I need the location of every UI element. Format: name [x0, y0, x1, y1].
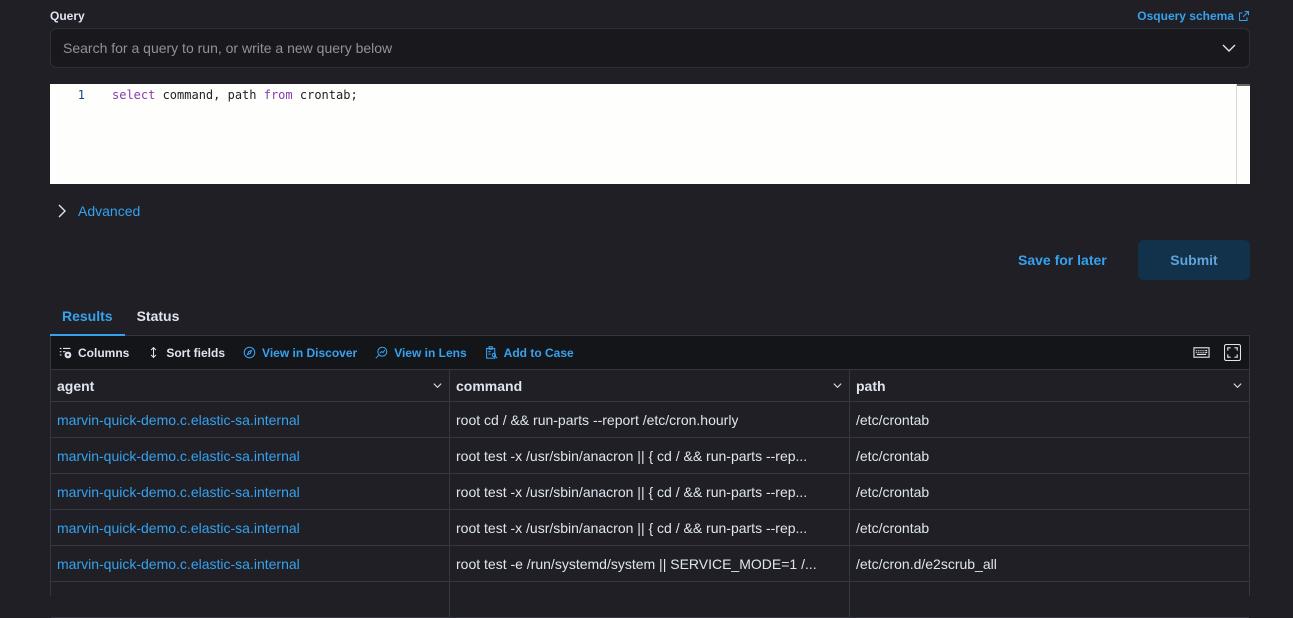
cell-command: root test -x /usr/sbin/anacron || { cd /… [450, 474, 850, 509]
cell-path: /etc/crontab [850, 510, 1249, 545]
cell-value: /etc/crontab [856, 483, 930, 500]
columns-label: Columns [78, 345, 130, 360]
columns-button[interactable]: Columns [59, 346, 129, 360]
cell-value: marvin-quick-demo.c.elastic-sa.internal [57, 555, 300, 572]
results-data-grid: Columns Sort fields View in Discover Vie… [50, 336, 1250, 618]
cell-value: /etc/cron.d/e2scrub_all [856, 555, 997, 572]
chevron-down-icon[interactable] [1232, 380, 1243, 391]
cell-value: root test -x /usr/sbin/anacron || { cd /… [456, 519, 808, 536]
query-search-combobox[interactable] [50, 28, 1250, 68]
cell-agent[interactable]: marvin-quick-demo.c.elastic-sa.internal [51, 474, 450, 509]
column-header-command[interactable]: command [450, 370, 850, 401]
grid-header-row: agent command path [51, 370, 1249, 402]
sort-icon [151, 346, 157, 359]
add-to-case-button[interactable]: Add to Case [485, 346, 574, 360]
cell-path: /etc/crontab [850, 474, 1249, 509]
cell-value: /etc/crontab [856, 519, 930, 536]
external-link-icon [1238, 10, 1250, 22]
code-line[interactable]: select command, path from crontab; [112, 84, 1236, 184]
compass-icon [243, 346, 256, 359]
osquery-schema-label: Osquery schema [1137, 9, 1234, 23]
cell-command: root test -e /run/systemd/system || SERV… [450, 546, 850, 581]
query-code-editor[interactable]: 1 select command, path from crontab; [50, 84, 1250, 184]
column-header-agent[interactable]: agent [51, 370, 450, 401]
cell-value: marvin-quick-demo.c.elastic-sa.internal [57, 519, 300, 536]
cell-path [850, 582, 1249, 617]
table-row [51, 582, 1249, 618]
sql-keyword: select [112, 88, 156, 102]
column-header-label: agent [57, 377, 95, 394]
table-row: marvin-quick-demo.c.elastic-sa.internal r… [51, 438, 1249, 474]
tab-status[interactable]: Status [125, 300, 192, 336]
cell-command: root test -x /usr/sbin/anacron || { cd /… [450, 510, 850, 545]
view-in-lens-button[interactable]: View in Lens [375, 345, 467, 360]
query-label: Query [50, 9, 85, 23]
view-in-discover-button[interactable]: View in Discover [243, 346, 357, 360]
cell-agent[interactable]: marvin-quick-demo.c.elastic-sa.internal [51, 510, 450, 545]
cell-command [450, 582, 850, 617]
columns-icon [59, 347, 72, 359]
cell-value: root cd / && run-parts --report /etc/cro… [456, 411, 739, 428]
table-row: marvin-quick-demo.c.elastic-sa.internal r… [51, 474, 1249, 510]
cell-command: root cd / && run-parts --report /etc/cro… [450, 402, 850, 437]
tab-results[interactable]: Results [50, 300, 125, 336]
cell-value: /etc/crontab [856, 447, 930, 464]
editor-scrollbar[interactable] [1236, 84, 1250, 184]
chevron-down-icon[interactable] [432, 380, 443, 391]
table-row: marvin-quick-demo.c.elastic-sa.internal r… [51, 546, 1249, 582]
table-row: marvin-quick-demo.c.elastic-sa.internal r… [51, 510, 1249, 546]
sort-fields-button[interactable]: Sort fields [147, 346, 225, 360]
advanced-toggle[interactable]: Advanced [56, 203, 140, 219]
column-header-label: path [856, 377, 886, 394]
cell-value: root test -x /usr/sbin/anacron || { cd /… [456, 447, 808, 464]
cell-value: marvin-quick-demo.c.elastic-sa.internal [57, 447, 300, 464]
cell-agent[interactable] [51, 582, 450, 617]
cell-agent[interactable]: marvin-quick-demo.c.elastic-sa.internal [51, 402, 450, 437]
column-header-label: command [456, 377, 523, 394]
add-to-case-label: Add to Case [503, 345, 574, 360]
sql-text: crontab; [292, 88, 358, 102]
cell-value: marvin-quick-demo.c.elastic-sa.internal [57, 411, 300, 428]
grid-toolbar: Columns Sort fields View in Discover Vie… [51, 336, 1249, 370]
keyboard-shortcuts-icon[interactable] [1193, 344, 1210, 361]
chevron-down-icon[interactable] [1221, 40, 1237, 56]
column-header-path[interactable]: path [850, 370, 1249, 401]
cell-value: root test -e /run/systemd/system || SERV… [456, 555, 817, 572]
lens-icon [375, 346, 388, 359]
grid-body: marvin-quick-demo.c.elastic-sa.internal r… [51, 402, 1249, 618]
osquery-schema-link[interactable]: Osquery schema [1137, 9, 1250, 23]
query-search-input[interactable] [63, 40, 1221, 56]
cell-agent[interactable]: marvin-quick-demo.c.elastic-sa.internal [51, 438, 450, 473]
view-in-lens-label: View in Lens [394, 345, 467, 360]
cell-value: root test -x /usr/sbin/anacron || { cd /… [456, 483, 808, 500]
cell-value: /etc/crontab [856, 411, 930, 428]
cell-command: root test -x /usr/sbin/anacron || { cd /… [450, 438, 850, 473]
table-row: marvin-quick-demo.c.elastic-sa.internal r… [51, 402, 1249, 438]
view-in-discover-label: View in Discover [262, 345, 358, 360]
cell-path: /etc/cron.d/e2scrub_all [850, 546, 1249, 581]
sql-text: command, path [155, 88, 264, 102]
chevron-down-icon[interactable] [832, 380, 843, 391]
sql-keyword: from [263, 88, 293, 102]
chevron-right-icon [58, 204, 66, 218]
line-number: 1 [50, 84, 112, 184]
advanced-label: Advanced [78, 203, 141, 219]
case-icon [485, 346, 498, 359]
cell-path: /etc/crontab [850, 402, 1249, 437]
cell-path: /etc/crontab [850, 438, 1249, 473]
results-tabs: Results Status [50, 300, 1250, 336]
fullscreen-icon[interactable] [1224, 344, 1241, 361]
submit-button[interactable]: Submit [1138, 240, 1250, 280]
sort-fields-label: Sort fields [166, 345, 226, 360]
cell-value: marvin-quick-demo.c.elastic-sa.internal [57, 483, 300, 500]
cell-agent[interactable]: marvin-quick-demo.c.elastic-sa.internal [51, 546, 450, 581]
save-for-later-button[interactable]: Save for later [1018, 252, 1107, 268]
